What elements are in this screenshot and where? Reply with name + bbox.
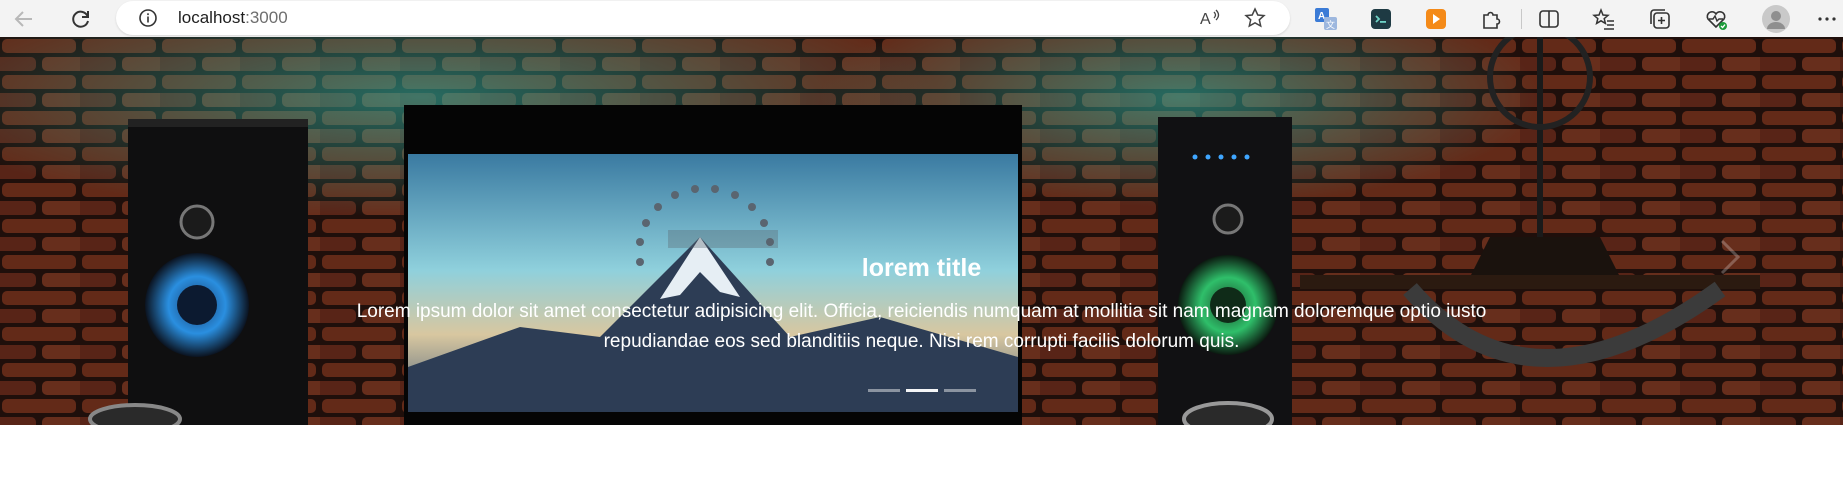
favorites-list-icon[interactable] (1592, 7, 1616, 31)
carousel-indicator-3[interactable] (943, 389, 976, 392)
svg-text:A: A (1200, 11, 1211, 28)
back-arrow-icon[interactable] (9, 4, 39, 34)
slide-title: lorem title (861, 254, 982, 282)
hero-carousel: lorem title Lorem ipsum dolor sit amet c… (0, 37, 1843, 425)
orange-extension-icon[interactable] (1424, 7, 1448, 31)
carousel-indicator-2[interactable] (905, 389, 938, 392)
slide-description-line1: Lorem ipsum dolor sit amet consectetur a… (356, 301, 1487, 322)
terminal-extension-icon[interactable] (1369, 7, 1393, 31)
carousel-indicator-1[interactable] (867, 389, 900, 392)
collections-icon[interactable] (1648, 7, 1672, 31)
read-aloud-icon[interactable]: A (1199, 7, 1223, 29)
heart-pulse-icon[interactable] (1704, 7, 1728, 31)
toolbar-divider (1521, 9, 1522, 29)
more-icon[interactable] (1815, 7, 1839, 31)
split-screen-icon[interactable] (1537, 7, 1561, 31)
url-text[interactable]: localhost:3000 (178, 6, 288, 30)
url-port: :3000 (245, 8, 288, 27)
carousel-next-button[interactable] (1700, 212, 1760, 302)
url-host: localhost (178, 8, 246, 27)
profile-avatar-icon[interactable] (1761, 4, 1791, 34)
cinema-wall-icon (0, 37, 1843, 425)
address-bar[interactable]: localhost:3000 A (116, 1, 1290, 35)
svg-text:文: 文 (1326, 19, 1335, 30)
slide-description-line2: repudiandae eos sed blanditiis neque. Ni… (603, 331, 1240, 352)
translate-icon[interactable]: A文 (1314, 7, 1338, 31)
browser-toolbar: localhost:3000 A A文 (0, 0, 1843, 37)
carousel-indicators (0, 389, 1843, 392)
reload-icon[interactable] (66, 4, 96, 34)
chevron-right-icon (1720, 239, 1741, 275)
info-icon[interactable] (138, 8, 158, 28)
extensions-puzzle-icon[interactable] (1479, 7, 1503, 31)
slide-description: Lorem ipsum dolor sit amet consectetur a… (0, 297, 1843, 357)
favorite-star-icon[interactable] (1243, 7, 1267, 29)
